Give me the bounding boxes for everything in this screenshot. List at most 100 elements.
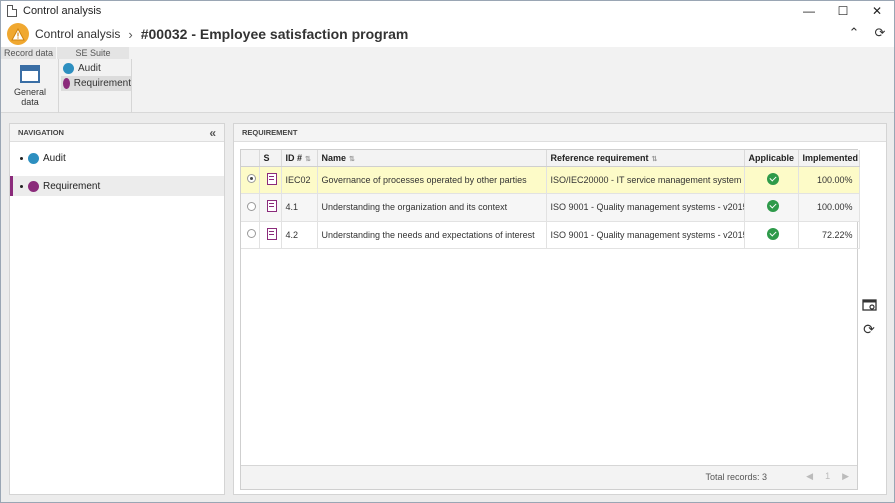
sort-icon: ⇅	[349, 155, 355, 163]
col-reference[interactable]: Reference requirement ⇅	[546, 150, 745, 167]
table-row[interactable]: 4.2 Understanding the needs and expectat…	[241, 221, 860, 249]
col-name-label: Name	[321, 152, 347, 163]
cell-id: IEC02	[281, 166, 318, 194]
check-icon	[767, 172, 779, 185]
radio-selected-icon[interactable]	[247, 174, 257, 184]
nav-item-audit[interactable]: Audit	[10, 148, 224, 168]
requirement-status-icon	[267, 200, 277, 213]
cell-id: 4.1	[281, 193, 318, 222]
bullet-icon	[20, 156, 23, 160]
row-status	[259, 221, 282, 249]
page-number[interactable]: 1	[825, 471, 830, 482]
navigation-panel: NAVIGATION « Audit Requirement	[9, 123, 225, 495]
col-status[interactable]: S	[259, 150, 282, 167]
requirement-table: S ID # ⇅ Name ⇅ Reference requirement ⇅ App…	[241, 150, 860, 249]
audit-icon	[63, 63, 74, 74]
ribbon: Record data SE Suite General data Audit …	[1, 47, 894, 113]
collapse-left-icon[interactable]: «	[209, 126, 216, 140]
row-select[interactable]	[241, 193, 260, 222]
table-row[interactable]: 4.1 Understanding the organization and i…	[241, 193, 860, 222]
sort-icon: ⇅	[651, 155, 658, 163]
ribbon-item-list: Audit Requirement	[61, 61, 131, 91]
cell-applicable	[744, 193, 799, 222]
general-data-button[interactable]: General data	[5, 63, 55, 109]
ribbon-divider	[131, 59, 132, 113]
nav-item-label: Audit	[43, 152, 66, 164]
total-records: Total records: 3	[705, 472, 767, 482]
nav-item-requirement[interactable]: Requirement	[10, 176, 224, 196]
ribbon-tab-se-suite: SE Suite	[57, 47, 129, 59]
window-title: Control analysis	[23, 5, 102, 17]
cell-implemented: 72.22%	[798, 221, 860, 249]
col-applicable[interactable]: Applicable	[744, 150, 799, 167]
cell-implemented: 100.00%	[798, 193, 860, 222]
check-icon	[767, 200, 779, 213]
radio-icon[interactable]	[247, 229, 257, 239]
radio-icon[interactable]	[247, 201, 257, 211]
cell-applicable	[744, 221, 799, 249]
nav-item-label: Requirement	[43, 180, 101, 192]
cell-reference: ISO 9001 - Quality management systems - …	[546, 221, 745, 249]
row-status	[259, 193, 282, 222]
next-page-icon[interactable]: ▶	[842, 471, 849, 482]
cell-name: Understanding the needs and expectations…	[317, 221, 547, 249]
requirement-title: REQUIREMENT	[234, 124, 886, 142]
requirement-status-icon	[267, 172, 277, 185]
cell-name: Understanding the organization and its c…	[317, 193, 547, 222]
requirement-grid: S ID # ⇅ Name ⇅ Reference requirement ⇅ App…	[240, 149, 860, 490]
ribbon-tabs: Record data SE Suite	[1, 47, 129, 59]
side-toolbar: ⟳	[861, 297, 879, 345]
prev-page-icon[interactable]: ◀	[806, 471, 813, 482]
form-icon	[20, 65, 40, 83]
col-id[interactable]: ID # ⇅	[281, 150, 318, 167]
collapse-up-icon[interactable]: ⌃	[846, 25, 862, 41]
app-window: Control analysis — ☐ ✕ Control analysis …	[0, 0, 895, 503]
minimize-button[interactable]: —	[792, 1, 826, 21]
table-header-row: S ID # ⇅ Name ⇅ Reference requirement ⇅ App…	[241, 150, 860, 167]
table-row[interactable]: IEC02 Governance of processes operated b…	[241, 166, 860, 194]
bullet-icon	[20, 184, 23, 188]
page-title: #00032 - Employee satisfaction program	[140, 26, 409, 42]
ribbon-tab-record-data: Record data	[1, 47, 57, 59]
row-select[interactable]	[241, 166, 260, 194]
cell-implemented: 100.00%	[798, 166, 860, 194]
view-record-icon[interactable]	[861, 297, 877, 313]
col-name[interactable]: Name ⇅	[317, 150, 547, 167]
row-select[interactable]	[241, 221, 260, 249]
warning-icon	[7, 23, 29, 45]
row-status	[259, 166, 282, 194]
pager: ◀ 1 ▶	[806, 471, 849, 482]
cell-id: 4.2	[281, 221, 318, 249]
requirement-status-icon	[267, 227, 277, 240]
cell-reference: ISO/IEC20000 - IT service management sys…	[546, 166, 745, 194]
general-data-label: General data	[13, 87, 47, 107]
cell-reference: ISO 9001 - Quality management systems - …	[546, 193, 745, 222]
header-tools: ⌃ ⟳	[846, 25, 888, 41]
refresh-icon[interactable]: ⟳	[872, 25, 888, 41]
ribbon-item-audit[interactable]: Audit	[61, 61, 131, 76]
refresh-icon[interactable]: ⟳	[861, 321, 877, 337]
breadcrumb-separator-icon: ›	[128, 26, 133, 42]
ribbon-item-label: Requirement	[73, 78, 131, 89]
cell-name: Governance of processes operated by othe…	[317, 166, 547, 194]
title-bar: Control analysis — ☐ ✕	[1, 1, 894, 21]
col-implemented[interactable]: Implemented	[798, 150, 860, 167]
requirement-title-text: REQUIREMENT	[242, 128, 298, 137]
ribbon-divider	[58, 59, 59, 113]
col-id-label: ID #	[285, 152, 303, 163]
ribbon-item-requirement[interactable]: Requirement	[61, 76, 131, 91]
requirement-icon	[63, 78, 70, 89]
navigation-title-text: NAVIGATION	[18, 128, 64, 137]
requirement-icon	[28, 180, 39, 192]
sort-icon: ⇅	[305, 155, 311, 163]
breadcrumb[interactable]: Control analysis	[35, 27, 120, 41]
window-controls: — ☐ ✕	[792, 1, 894, 21]
close-button[interactable]: ✕	[860, 1, 894, 21]
col-select	[241, 150, 260, 167]
maximize-button[interactable]: ☐	[826, 1, 860, 21]
check-icon	[767, 227, 779, 240]
navigation-title: NAVIGATION «	[10, 124, 224, 142]
grid-footer: Total records: 3 ◀ 1 ▶	[241, 465, 857, 489]
col-reference-label: Reference requirement	[550, 152, 649, 163]
page-header: Control analysis › #00032 - Employee sat…	[1, 21, 894, 47]
